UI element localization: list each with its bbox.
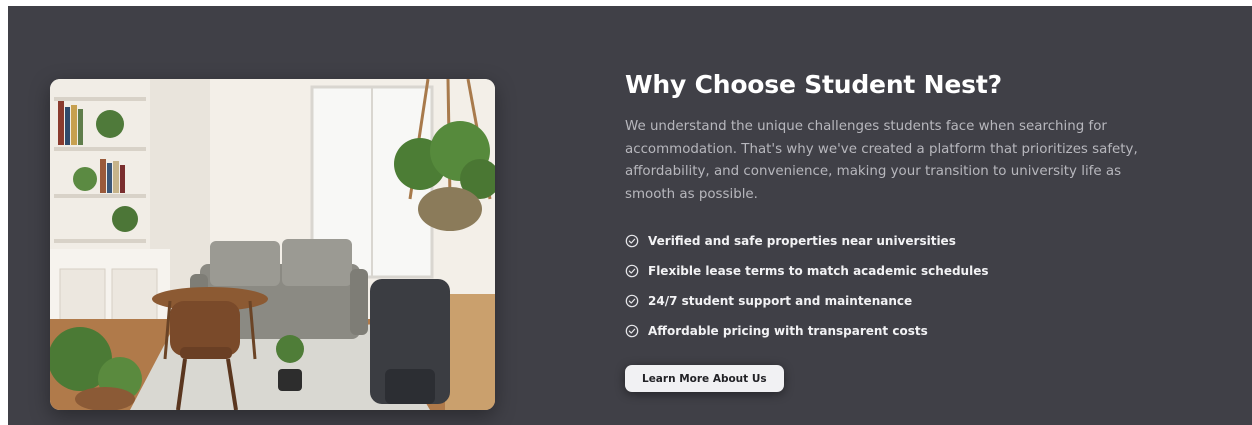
feature-item: Flexible lease terms to match academic s… bbox=[625, 256, 1185, 286]
feature-item: 24/7 student support and maintenance bbox=[625, 286, 1185, 316]
feature-label: Verified and safe properties near univer… bbox=[648, 234, 956, 248]
feature-item: Affordable pricing with transparent cost… bbox=[625, 316, 1185, 346]
feature-item: Verified and safe properties near univer… bbox=[625, 226, 1185, 256]
check-circle-icon bbox=[625, 234, 639, 248]
why-choose-section: Why Choose Student Nest? We understand t… bbox=[8, 6, 1252, 425]
feature-label: 24/7 student support and maintenance bbox=[648, 294, 913, 308]
feature-list: Verified and safe properties near univer… bbox=[625, 226, 1185, 346]
section-title: Why Choose Student Nest? bbox=[625, 70, 1002, 99]
check-circle-icon bbox=[625, 294, 639, 308]
learn-more-button[interactable]: Learn More About Us bbox=[625, 365, 784, 392]
feature-label: Flexible lease terms to match academic s… bbox=[648, 264, 989, 278]
apartment-photo bbox=[50, 79, 495, 410]
content-column: Why Choose Student Nest? We understand t… bbox=[625, 68, 1185, 392]
check-circle-icon bbox=[625, 324, 639, 338]
check-circle-icon bbox=[625, 264, 639, 278]
feature-label: Affordable pricing with transparent cost… bbox=[648, 324, 928, 338]
section-description: We understand the unique challenges stud… bbox=[625, 119, 1138, 202]
